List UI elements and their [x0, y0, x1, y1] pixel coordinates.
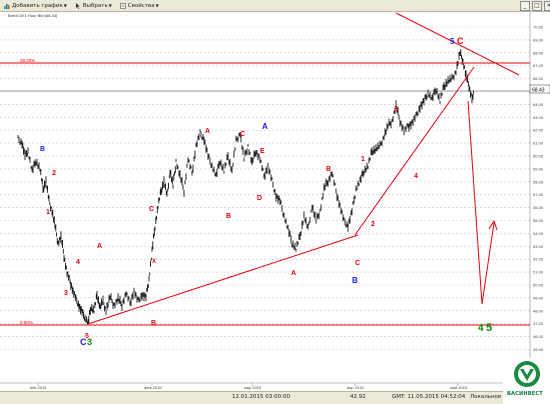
status-value: 42.92: [350, 394, 366, 400]
wave-label: 3: [87, 337, 92, 347]
status-datetime: 12.01.2015 03:00:00: [232, 394, 290, 400]
price-chart[interactable]: 70.0069.0068.0067.0066.0065.0064.0063.00…: [0, 6, 550, 391]
y-tick-label: 52.00: [533, 257, 544, 262]
grid: 70.0069.0068.0067.0066.0065.0064.0063.00…: [0, 11, 544, 390]
y-tick-label: 48.00: [533, 308, 544, 313]
y-tick-label: 66.00: [533, 76, 544, 81]
wave-label: 5: [486, 322, 492, 334]
y-tick-label: 62.00: [533, 128, 544, 133]
level-top-label: 38.20%: [20, 58, 35, 63]
wave-label: 3: [394, 106, 398, 113]
y-tick-label: 50.00: [533, 283, 544, 288]
add-chart-label: Добавить график: [12, 2, 63, 9]
select-label: Выбрать: [82, 2, 108, 9]
y-tick-label: 69.00: [533, 37, 544, 42]
x-tick-label: фев 2015: [144, 385, 162, 390]
wave-label: C: [0, 11, 5, 13]
y-tick-label: 53.00: [533, 244, 544, 249]
y-tick-label: 55.00: [533, 218, 544, 223]
level-bottom-label: 0.00%: [20, 320, 33, 325]
instrument-label: Brent Oil 1 Hour Bid (68.43): [8, 13, 58, 18]
x-tick-label: янв 2015: [30, 385, 47, 390]
maximize-icon[interactable]: □: [532, 1, 542, 11]
price-tag: 68.43: [532, 88, 545, 94]
wave-label: 4: [414, 173, 418, 180]
wave-label: 2: [52, 170, 56, 177]
wave-label: 4: [478, 323, 484, 334]
y-tick-label: 56.00: [533, 205, 544, 210]
y-tick-label: 64.00: [533, 102, 544, 107]
y-tick-label: 68.00: [533, 50, 544, 55]
price-series: [17, 49, 474, 325]
chart-canvas[interactable]: 70.0069.0068.0067.0066.0065.0064.0063.00…: [0, 6, 550, 391]
y-tick-label: 58.00: [533, 179, 544, 184]
y-tick-label: 57.00: [533, 192, 544, 197]
y-tick-label: 54.00: [533, 231, 544, 236]
wave-label: B: [352, 276, 358, 285]
properties-icon: [119, 2, 126, 9]
wave-label: E: [260, 148, 265, 155]
y-tick-label: 46.00: [533, 334, 544, 339]
y-tick-label: 45.00: [533, 347, 544, 352]
wave-label: 2: [371, 221, 375, 228]
y-tick-label: 51.00: [533, 270, 544, 275]
projection-line-down: [467, 100, 483, 305]
wave-label: C: [80, 337, 87, 347]
projection-line-up: [481, 222, 495, 305]
wave-label: B: [326, 166, 331, 173]
x-tick-label: апр 2015: [347, 385, 364, 390]
status-gmt: GMT: 11.05.2015 04:52:04: [392, 394, 466, 400]
wave-label: B: [151, 320, 156, 327]
wave-label: A: [205, 128, 210, 135]
y-tick-label: 70.00: [533, 25, 544, 30]
wave-label: C: [457, 36, 464, 46]
minimize-icon[interactable]: _: [520, 1, 530, 11]
y-tick-label: 47.00: [533, 321, 544, 326]
wave-label: B: [226, 213, 231, 220]
y-tick-label: 67.00: [533, 63, 544, 68]
wave-label: 1: [46, 209, 50, 216]
window-controls: _ □ ×: [518, 1, 550, 11]
chart-icon: [4, 3, 10, 9]
wave-label: D: [257, 195, 262, 202]
properties-button[interactable]: Свойства ▼: [119, 2, 159, 9]
y-tick-label: 59.00: [533, 166, 544, 171]
cursor-icon: [75, 2, 81, 9]
close-icon[interactable]: ×: [544, 1, 550, 11]
wave-label: A: [291, 270, 296, 277]
chevron-down-icon: ▼: [155, 3, 159, 8]
logo-icon: [514, 361, 540, 387]
logo: ВАСИНВЕСТ: [503, 358, 550, 403]
chevron-down-icon: ▼: [63, 3, 67, 8]
wave-label: 3: [64, 290, 68, 297]
properties-label: Свойства: [127, 2, 155, 9]
select-button[interactable]: Выбрать ▼: [75, 2, 112, 9]
wave-label: C: [240, 131, 245, 138]
wave-label: C: [149, 206, 154, 213]
y-tick-label: 60.00: [533, 154, 544, 159]
wave-label: A: [262, 122, 268, 131]
wave-label: A: [97, 243, 102, 250]
y-tick-label: 63.00: [533, 115, 544, 120]
wave-label: C: [355, 260, 360, 267]
logo-text: ВАСИНВЕСТ: [507, 391, 543, 397]
y-tick-label: 49.00: [533, 295, 544, 300]
chevron-down-icon: ▼: [108, 3, 112, 8]
status-bar: 12.01.2015 03:00:00 42.92 GMT: 11.05.201…: [0, 391, 510, 404]
wave-label: 1: [361, 156, 365, 163]
x-tick-label: мар 2015: [244, 385, 262, 390]
wave-label: B: [40, 146, 45, 153]
x-tick-label: май 2015: [450, 385, 468, 390]
y-tick-label: 61.00: [533, 141, 544, 146]
wave-label: 4: [76, 259, 80, 266]
wave-label: 5: [450, 37, 455, 46]
add-chart-button[interactable]: Добавить график ▼: [4, 3, 67, 9]
wave-label: X: [152, 259, 156, 265]
